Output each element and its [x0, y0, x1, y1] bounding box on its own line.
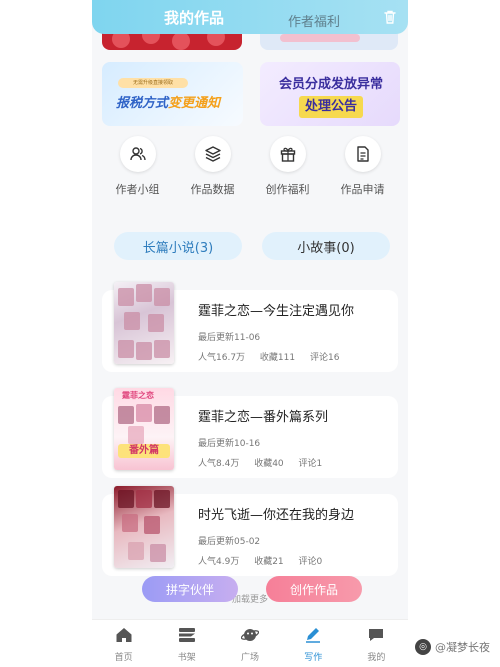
- top-tab-bar: 我的作品 作者福利: [92, 0, 408, 34]
- trash-icon[interactable]: [382, 9, 398, 25]
- action-label: 作品数据: [190, 183, 235, 196]
- member-share-title: 会员分成发放异常 处理公告: [268, 74, 394, 118]
- action-label: 作品申请: [340, 183, 385, 196]
- work-stats: 人气16.7万 收藏111 评论16: [198, 350, 351, 363]
- work-updated: 最后更新11-06: [198, 333, 261, 343]
- tab-long-novels[interactable]: 长篇小说(3): [114, 232, 242, 260]
- work-favorites: 收藏21: [254, 557, 284, 567]
- cover-tag: 番外篇: [118, 444, 170, 458]
- page: 我的作品 作者福利 无需升级直接领取 报税方式变更通知 会员分成发放异常 处理公…: [0, 0, 500, 667]
- quick-actions: 作者小组 作品数据 创作福利 作品申请: [92, 136, 408, 208]
- cover-title: 霆菲之恋: [122, 391, 154, 400]
- watermark-logo-icon: ◎: [415, 639, 431, 655]
- work-title[interactable]: 时光飞逝—你还在我的身边: [198, 504, 354, 523]
- work-popularity: 人气4.9万: [198, 557, 240, 567]
- work-title[interactable]: 霆菲之恋—今生注定遇见你: [198, 300, 354, 319]
- nav-mine[interactable]: 我的: [345, 620, 408, 667]
- watermark-text: @凝梦长夜: [435, 641, 490, 654]
- work-updated: 最后更新05-02: [198, 537, 261, 547]
- tab-short-stories[interactable]: 小故事(0): [262, 232, 390, 260]
- action-work-application[interactable]: 作品申请: [328, 136, 398, 208]
- tab-author-benefits[interactable]: 作者福利: [288, 11, 340, 30]
- nav-label: 写作: [304, 653, 323, 663]
- bottom-nav: 首页 书架 广场 写作 我的: [92, 619, 408, 667]
- work-card[interactable]: 时光飞逝—你还在我的身边 最后更新05-02 人气4.9万 收藏21 评论0: [102, 486, 398, 576]
- work-comments: 评论0: [298, 557, 323, 567]
- work-stats: 人气4.9万 收藏21 评论0: [198, 554, 334, 567]
- book-cover[interactable]: 霆菲之恋 番外篇: [114, 388, 174, 470]
- nav-bookshelf[interactable]: 书架: [155, 620, 218, 667]
- work-popularity: 人气16.7万: [198, 353, 246, 363]
- chat-icon: [367, 627, 385, 647]
- home-icon: [115, 627, 133, 647]
- book-cover[interactable]: [114, 486, 174, 568]
- layers-icon: [194, 136, 231, 172]
- category-tabs: 长篇小说(3) 小故事(0): [114, 232, 390, 260]
- nav-write[interactable]: 写作: [282, 620, 345, 667]
- work-favorites: 收藏40: [254, 459, 284, 469]
- member-share-banner[interactable]: 会员分成发放异常 处理公告: [260, 62, 400, 126]
- work-favorites: 收藏111: [259, 353, 296, 363]
- work-stats: 人气8.4万 收藏40 评论1: [198, 456, 334, 469]
- writing-partner-button[interactable]: 拼字伙伴: [142, 576, 238, 602]
- nav-square[interactable]: 广场: [218, 620, 281, 667]
- tab-my-works[interactable]: 我的作品: [164, 7, 224, 28]
- nav-home[interactable]: 首页: [92, 620, 155, 667]
- work-updated: 最后更新10-16: [198, 439, 261, 449]
- book-cover[interactable]: [114, 282, 174, 364]
- action-label: 创作福利: [265, 183, 310, 196]
- people-icon: [119, 136, 156, 172]
- work-popularity: 人气8.4万: [198, 459, 240, 469]
- bookshelf-icon: [178, 627, 196, 647]
- work-title[interactable]: 霆菲之恋—番外篇系列: [198, 406, 328, 425]
- action-author-group[interactable]: 作者小组: [103, 136, 173, 208]
- nav-label: 书架: [177, 653, 196, 663]
- tax-notice-subtitle: 无需升级直接领取: [118, 78, 188, 88]
- watermark: ◎ @凝梦长夜: [415, 639, 490, 655]
- document-icon: [344, 136, 381, 172]
- action-label: 作者小组: [115, 183, 160, 196]
- action-work-data[interactable]: 作品数据: [178, 136, 248, 208]
- action-creation-benefits[interactable]: 创作福利: [253, 136, 323, 208]
- pen-icon: [304, 627, 322, 647]
- work-comments: 评论16: [309, 353, 340, 363]
- nav-label: 首页: [114, 653, 133, 663]
- work-comments: 评论1: [298, 459, 323, 469]
- work-card[interactable]: 霆菲之恋 番外篇 霆菲之恋—番外篇系列 最后更新10-16 人气8.4万 收藏4…: [102, 388, 398, 478]
- nav-label: 我的: [367, 653, 386, 663]
- tax-notice-title: 报税方式变更通知: [116, 96, 221, 111]
- planet-icon: [240, 627, 260, 647]
- tax-notice-banner[interactable]: 无需升级直接领取 报税方式变更通知: [102, 62, 243, 126]
- gift-icon: [269, 136, 306, 172]
- work-card[interactable]: 霆菲之恋—今生注定遇见你 最后更新11-06 人气16.7万 收藏111 评论1…: [102, 282, 398, 372]
- app-screen: 我的作品 作者福利 无需升级直接领取 报税方式变更通知 会员分成发放异常 处理公…: [92, 0, 408, 667]
- create-work-button[interactable]: 创作作品: [266, 576, 362, 602]
- nav-label: 广场: [241, 653, 260, 663]
